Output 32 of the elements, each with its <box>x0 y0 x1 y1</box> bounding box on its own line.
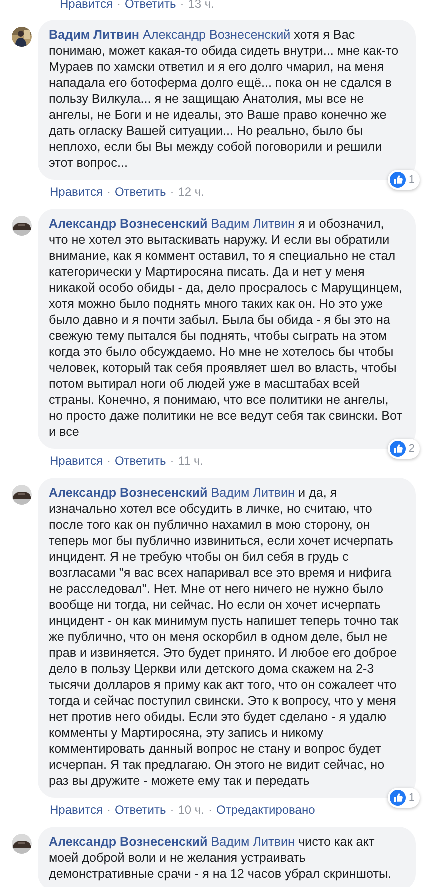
separator-dot: · <box>208 803 213 817</box>
mention-link[interactable]: Вадим Литвин <box>211 486 295 500</box>
thumbs-up-icon <box>390 441 406 457</box>
action-link[interactable]: Нравится <box>50 803 103 817</box>
action-link[interactable]: Нравится <box>50 185 103 199</box>
author-link[interactable]: Александр Вознесенский <box>49 835 208 849</box>
separator-dot: · <box>170 185 174 199</box>
action-link[interactable]: Ответить <box>114 803 166 817</box>
comment-text: Александр Вознесенский Вадим Литвин я и обозначил, что не хотел это вытаскивать наружу. И если вы обратили внимание, как я коммент оставил, то я специально не стал категорически у Мартиросяна писать. Да и нет у меня никакой особо обиды - да, дело просралось с Марущинцем, хотя можно было поднять много таких как он. Но это уже было давно и я почти забыл. Была бы обида - я бы это на свежую тему пытался бы поднять, чтобы сыграть на этом когда это было обсуждаемо. Но мне не хотелось бы чтобы человек, который так себя проявляет шел во власть, чтобы потом вытирал ноги об людей уже в масштабах всей страны. Конечно, я понимаю, что все политики не ангелы, но просто даже политики не все ведут себя так свински. Вот и все <box>49 216 404 440</box>
comment-text: Александр Вознесенский Вадим Литвин чисто как акт моей доброй воли и не желания устраивать демонстративные срачи - я на 12 часов убрал скриншоты. <box>49 834 393 882</box>
action-link[interactable]: Ответить <box>114 185 166 199</box>
comment-text: Александр Вознесенский Вадим Литвин и да, я изначально хотел все обсудить в личке, но считаю, что после того как он публично нахамил в мою сторону, он теперь мог бы публично извиниться, если хочет исчерпать инцидент. Я не требую чтобы он бил себя в грудь с возгласами "я вас всех напаривал все это время и нифига не расследовал". Нет. Мне от него ничего не нужно было вообще ни тогда, ни сейчас. Но если он хочет исчерпать инцидент - он как минимум пусть напишет теперь точно так же публично, что он меня оскорбил в одном деле, был не прав и извиняется. Это будет принято. И любое его доброе дело в пользу Церкви или детского дома скажем на 2-3 тысячи долларов я приму как акт того, что он сожалеет что тогда и сейчас поступил свински. Это к вопросу, что у меня нет против него обиды. Если это будет сделано - я удалю комменты у Мартиросяна, эту запись и никому комментировать данный вопрос не стану и вопрос будет исчерпан. Я так предлагаю. Он этого не видит сейчас, но раз вы дружите - можете ему так и передать <box>49 485 400 789</box>
separator-dot: · <box>116 0 121 11</box>
thumbs-up-icon <box>390 790 406 806</box>
action-link[interactable]: Отредактировано <box>216 803 316 817</box>
thumbs-up-icon <box>390 172 406 188</box>
separator-dot: · <box>180 0 184 11</box>
separator-dot: · <box>170 454 174 468</box>
mention-link[interactable]: Вадим Литвин <box>211 217 295 231</box>
author-link[interactable]: Вадим Литвин <box>49 28 140 42</box>
separator-dot: · <box>170 803 174 817</box>
action-link[interactable]: Нравится <box>50 454 103 468</box>
action-link[interactable]: Ответить <box>114 454 166 468</box>
mention-link[interactable]: Александр Вознесенский <box>143 28 291 42</box>
author-link[interactable]: Александр Вознесенский <box>49 217 208 231</box>
comment-text: Вадим Литвин Александр Вознесенский хотя я Вас понимаю, может какая-то обида сидеть внутри... мне как-то Мураев по хамски ответил и я его долго чмарил, на меня нападала его ботоферма долго ещё... пока он не сдался в пользу Вилкула... я не защищаю Анатолия, мы все не ангелы, не Боги и не идеалы, это Ваше право конечно же дать огласку Вашей ситуации... Но реально, было бы неплохо, если бы Вы между собой поговорили и решили этот вопрос... <box>49 27 400 171</box>
separator-dot: · <box>106 454 111 468</box>
separator-dot: · <box>106 185 111 199</box>
mention-link[interactable]: Вадим Литвин <box>211 835 295 849</box>
action-link[interactable]: Нравится <box>60 0 113 11</box>
author-link[interactable]: Александр Вознесенский <box>49 486 208 500</box>
separator-dot: · <box>106 803 111 817</box>
